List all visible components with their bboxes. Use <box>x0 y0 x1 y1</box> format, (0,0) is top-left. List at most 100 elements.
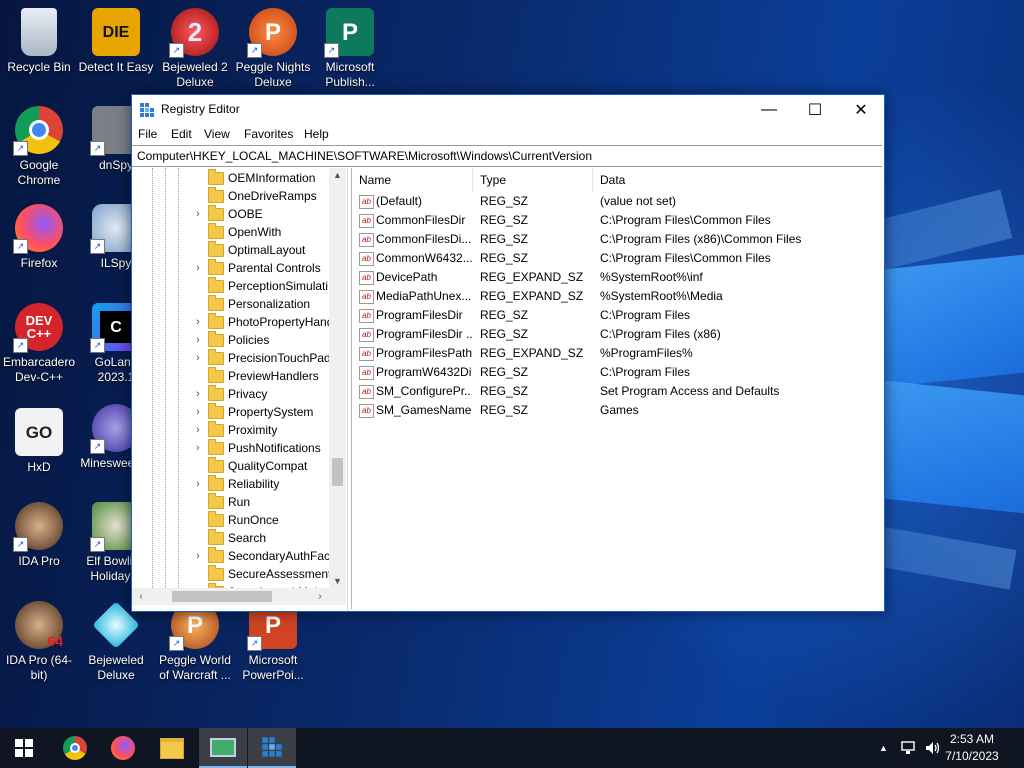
scroll-right-icon[interactable]: › <box>313 588 327 605</box>
clock[interactable]: 2:53 AM 7/10/2023 <box>942 731 1002 765</box>
desktop-icon-ida-pro-64[interactable]: 64 IDA Pro (64-bit) <box>0 601 78 683</box>
title-bar[interactable]: Registry Editor — ☐ ✕ <box>132 95 884 125</box>
expand-chevron-icon[interactable]: › <box>196 406 206 418</box>
tree-node[interactable]: PreviewHandlers <box>196 367 346 386</box>
expand-chevron-icon[interactable]: › <box>196 262 206 274</box>
tree-horizontal-scrollbar[interactable]: ‹ › <box>132 588 329 605</box>
tree-node[interactable]: PerceptionSimulati <box>196 277 346 296</box>
expand-chevron-icon[interactable]: › <box>196 478 206 490</box>
start-button[interactable] <box>0 728 48 768</box>
expand-chevron-icon[interactable]: › <box>196 388 206 400</box>
tree-node[interactable]: Personalization <box>196 295 346 314</box>
expand-chevron-icon[interactable]: › <box>196 550 206 562</box>
registry-value-row[interactable]: ab ProgramFilesPath REG_EXPAND_SZ %ProgramF… <box>352 344 883 363</box>
tree-vertical-scrollbar[interactable]: ▲ ▼ <box>329 168 346 588</box>
tree-node[interactable]: › PrecisionTouchPad <box>196 349 346 368</box>
value-name: CommonFilesDir <box>376 213 466 227</box>
desktop-icon-firefox[interactable]: ↗ Firefox <box>0 204 78 271</box>
tree-node[interactable]: › PropertySystem <box>196 403 346 422</box>
network-icon[interactable] <box>900 740 918 756</box>
tree-node[interactable]: SecureAssessment <box>196 565 346 584</box>
registry-value-row[interactable]: ab ProgramFilesDir REG_SZ C:\Program Files <box>352 306 883 325</box>
tree-node[interactable]: OptimalLayout <box>196 241 346 260</box>
registry-tree[interactable]: OEMInformation OneDriveRamps › OOBE OpenWith… <box>132 168 348 611</box>
expand-chevron-icon[interactable]: › <box>196 352 206 364</box>
column-header-data[interactable]: Data <box>593 168 882 192</box>
scroll-thumb[interactable] <box>172 591 272 602</box>
tree-node[interactable]: › PushNotifications <box>196 439 346 458</box>
tree-node[interactable]: › OOBE <box>196 205 346 224</box>
volume-icon[interactable] <box>924 740 942 756</box>
minimize-button[interactable]: — <box>746 95 792 125</box>
maximize-button[interactable]: ☐ <box>792 95 838 125</box>
tree-node[interactable]: › Reliability <box>196 475 346 494</box>
desktop-icon-devcpp[interactable]: DEV C++ ↗ Embarcadero Dev-C++ <box>0 303 78 385</box>
menu-view[interactable]: View <box>204 127 230 141</box>
desktop-icon-powerpoint[interactable]: P ↗ Microsoft PowerPoi... <box>234 601 312 683</box>
scroll-thumb[interactable] <box>332 458 343 486</box>
tree-node[interactable]: › Parental Controls <box>196 259 346 278</box>
tree-node[interactable]: Run <box>196 493 346 512</box>
values-list[interactable]: Name Type Data ab (Default) REG_SZ (value n… <box>351 168 883 609</box>
menu-edit[interactable]: Edit <box>171 127 192 141</box>
registry-value-row[interactable]: ab CommonFilesDir REG_SZ C:\Program Files\C… <box>352 211 883 230</box>
tray-overflow-chevron-icon[interactable]: ▲ <box>879 743 888 753</box>
value-type: REG_SZ <box>480 232 529 246</box>
desktop-icon-hxd[interactable]: GO HxD <box>0 408 78 475</box>
desktop-icon-peggle-wow[interactable]: P ↗ Peggle World of Warcraft ... <box>156 601 234 683</box>
desktop-icon-detect-it-easy[interactable]: DIE Detect It Easy <box>77 8 155 75</box>
registry-value-row[interactable]: ab MediaPathUnex... REG_EXPAND_SZ %SystemRo… <box>352 287 883 306</box>
tree-node[interactable]: QualityCompat <box>196 457 346 476</box>
close-button[interactable]: ✕ <box>838 95 884 125</box>
taskbar-chrome[interactable] <box>51 728 99 768</box>
desktop-icon-bejeweled[interactable]: Bejeweled Deluxe <box>77 601 155 683</box>
expand-chevron-icon[interactable]: › <box>196 334 206 346</box>
scroll-down-icon[interactable]: ▼ <box>329 574 346 588</box>
taskbar-firefox[interactable] <box>99 728 147 768</box>
column-header-type[interactable]: Type <box>473 168 593 192</box>
menu-favorites[interactable]: Favorites <box>244 127 293 141</box>
registry-value-row[interactable]: ab SM_ConfigurePr... REG_SZ Set Program Acc… <box>352 382 883 401</box>
expand-chevron-icon[interactable]: › <box>196 316 206 328</box>
tree-node[interactable]: › SecondaryAuthFact <box>196 547 346 566</box>
registry-value-row[interactable]: ab ProgramW6432Dir REG_SZ C:\Program Files <box>352 363 883 382</box>
menu-file[interactable]: File <box>138 127 157 141</box>
tree-node[interactable]: › Policies <box>196 331 346 350</box>
address-path[interactable]: Computer\HKEY_LOCAL_MACHINE\SOFTWARE\Mic… <box>137 149 592 163</box>
folder-icon <box>208 439 224 455</box>
taskbar-file-explorer[interactable] <box>148 728 196 768</box>
taskbar-app[interactable] <box>199 728 247 768</box>
expand-chevron-icon[interactable]: › <box>196 208 206 220</box>
menu-help[interactable]: Help <box>304 127 329 141</box>
desktop-icon-ida-pro[interactable]: ↗ IDA Pro <box>0 502 78 569</box>
desktop-icon-recycle-bin[interactable]: Recycle Bin <box>0 8 78 75</box>
tree-node[interactable]: › PhotoPropertyHand <box>196 313 346 332</box>
tree-node[interactable]: Search <box>196 529 346 548</box>
column-header-name[interactable]: Name <box>352 168 473 192</box>
registry-value-row[interactable]: ab (Default) REG_SZ (value not set) <box>352 192 883 211</box>
folder-icon <box>208 313 224 329</box>
tree-node[interactable]: OEMInformation <box>196 169 346 188</box>
folder-icon <box>208 421 224 437</box>
registry-value-row[interactable]: ab CommonFilesDi... REG_SZ C:\Program Files… <box>352 230 883 249</box>
taskbar-registry-editor[interactable] <box>248 728 296 768</box>
registry-value-row[interactable]: ab CommonW6432... REG_SZ C:\Program Files\C… <box>352 249 883 268</box>
tree-node[interactable]: › Proximity <box>196 421 346 440</box>
scroll-left-icon[interactable]: ‹ <box>134 588 148 605</box>
expand-chevron-icon[interactable]: › <box>196 424 206 436</box>
desktop-icon-peggle-nights[interactable]: P ↗ Peggle Nights Deluxe <box>234 8 312 90</box>
tree-node[interactable]: RunOnce <box>196 511 346 530</box>
desktop-icon-chrome[interactable]: ↗ Google Chrome <box>0 106 78 188</box>
desktop-icon-publisher[interactable]: P ↗ Microsoft Publish... <box>311 8 389 90</box>
desktop-icon-bejeweled-2[interactable]: 2 ↗ Bejeweled 2 Deluxe <box>156 8 234 90</box>
registry-value-row[interactable]: ab DevicePath REG_EXPAND_SZ %SystemRoot%\in… <box>352 268 883 287</box>
registry-value-row[interactable]: ab SM_GamesName REG_SZ Games <box>352 401 883 420</box>
expand-chevron-icon[interactable]: › <box>196 442 206 454</box>
registry-value-row[interactable]: ab ProgramFilesDir ... REG_SZ C:\Program Fi… <box>352 325 883 344</box>
tree-node[interactable]: OneDriveRamps <box>196 187 346 206</box>
registry-editor-window[interactable]: Registry Editor — ☐ ✕ File Edit View Fav… <box>131 94 885 612</box>
tree-node[interactable]: OpenWith <box>196 223 346 242</box>
scroll-up-icon[interactable]: ▲ <box>329 168 346 182</box>
address-bar[interactable]: Computer\HKEY_LOCAL_MACHINE\SOFTWARE\Mic… <box>132 145 882 167</box>
tree-node[interactable]: › Privacy <box>196 385 346 404</box>
